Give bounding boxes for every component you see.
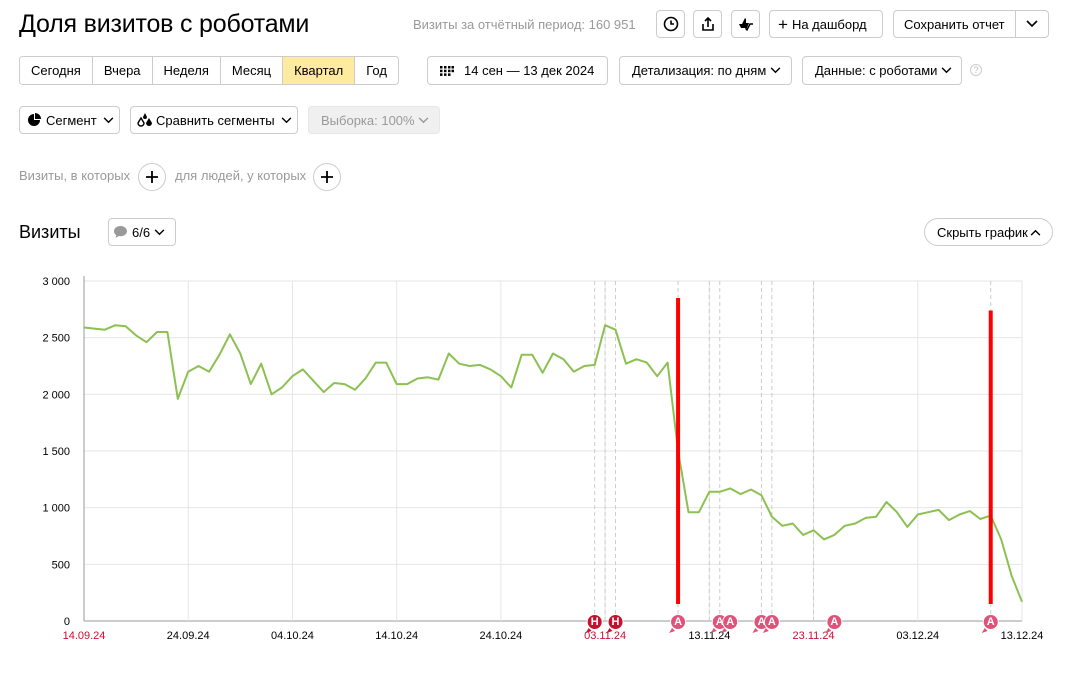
visits-line-chart: 0 500 1 000 1 500 2 000 2 500 3 000 14.09.24 24.…	[42, 276, 1043, 642]
y-tick-label: 1 000	[42, 503, 70, 515]
marker-letter: Н	[591, 616, 599, 628]
chevron-up-icon	[1030, 229, 1041, 236]
annotation-marker: А	[669, 614, 687, 633]
chevron-down-icon	[942, 67, 952, 74]
annotation-marker: А	[981, 614, 999, 633]
date-range-button[interactable]: 14 сен — 13 дек 2024	[427, 56, 608, 85]
people-condition-label: для людей, у которых	[175, 168, 307, 183]
marker-letter: А	[674, 616, 682, 628]
marker-letter: А	[830, 616, 838, 628]
marker-letter: А	[768, 616, 776, 628]
detail-dropdown[interactable]: Детализация: по дням	[619, 56, 792, 85]
thumbs-icon	[738, 18, 753, 32]
hide-chart-label: Скрыть график	[937, 224, 1028, 240]
chart-axes: 0 500 1 000 1 500 2 000 2 500 3 000 14.09.24 24.…	[42, 276, 1043, 642]
visits-condition-label: Визиты, в которых	[19, 168, 131, 183]
x-tick-label: 24.10.24	[479, 630, 522, 642]
plus-icon: +	[778, 14, 788, 34]
series-line	[83, 324, 1023, 603]
segment-button[interactable]: Сегмент	[19, 106, 120, 134]
period-selector: Сегодня Вчера Неделя Месяц Квартал Год	[19, 56, 399, 85]
add-visit-condition-button[interactable]	[138, 163, 166, 191]
annotations-toggle[interactable]: 6/6	[108, 218, 176, 246]
x-tick-label: 13.12.24	[1001, 630, 1044, 642]
chevron-down-icon[interactable]	[1016, 20, 1048, 28]
y-tick-label: 500	[52, 559, 70, 571]
plus-icon	[321, 171, 333, 183]
chevron-down-icon	[103, 116, 114, 123]
sample-label: Выборка: 100%	[321, 112, 415, 128]
chevron-down-icon	[770, 67, 781, 74]
x-tick-label: 03.12.24	[896, 630, 939, 642]
plus-icon	[146, 171, 158, 183]
period-month[interactable]: Месяц	[220, 57, 284, 84]
period-quarter[interactable]: Квартал	[283, 57, 356, 84]
chart-grid	[83, 280, 1023, 622]
history-button[interactable]	[656, 10, 685, 38]
clock-icon	[663, 16, 678, 32]
to-dashboard-label: На дашборд	[791, 16, 867, 32]
pie-chart-icon	[28, 113, 41, 126]
drops-icon	[137, 113, 152, 127]
visits-total: Визиты за отчётный период: 160 951	[413, 17, 636, 32]
to-dashboard-button[interactable]: + На дашборд	[769, 10, 883, 38]
data-label: Данные: с роботами	[815, 63, 938, 78]
period-year[interactable]: Год	[355, 57, 398, 84]
save-report-button[interactable]: Сохранить отчет	[894, 11, 1016, 37]
marker-letter: Н	[612, 616, 620, 628]
export-button[interactable]	[693, 10, 722, 38]
add-people-condition-button[interactable]	[313, 163, 341, 191]
calendar-grid-icon	[440, 65, 454, 76]
chevron-down-icon	[281, 116, 292, 123]
share-icon	[701, 16, 714, 31]
detail-label: Детализация: по дням	[632, 63, 767, 78]
x-tick-label: 14.09.24	[63, 630, 106, 642]
y-tick-label: 1 500	[42, 446, 70, 458]
x-tick-label: 04.10.24	[271, 630, 314, 642]
hide-chart-button[interactable]: Скрыть график	[924, 218, 1053, 246]
x-tick-label: 14.10.24	[375, 630, 418, 642]
save-report-group: Сохранить отчет	[893, 10, 1049, 38]
sample-dropdown[interactable]: Выборка: 100%	[308, 106, 440, 134]
chart-series	[83, 324, 1023, 603]
segment-label: Сегмент	[46, 112, 97, 128]
marker-letter: А	[987, 616, 995, 628]
period-week[interactable]: Неделя	[152, 57, 221, 84]
compare-segments-button[interactable]: Сравнить сегменты	[130, 106, 298, 134]
compare-label: Сравнить сегменты	[156, 112, 275, 128]
y-tick-label: 0	[64, 616, 70, 628]
marker-letter: А	[726, 616, 734, 628]
x-tick-label: 03.11.24	[584, 630, 626, 642]
x-tick-label: 24.09.24	[167, 630, 210, 642]
date-range-label: 14 сен — 13 дек 2024	[464, 63, 595, 78]
data-dropdown[interactable]: Данные: с роботами	[802, 56, 962, 85]
chevron-down-icon	[154, 228, 165, 235]
page-title: Доля визитов с роботами	[19, 10, 310, 38]
annotations-count: 6/6	[132, 224, 151, 240]
y-tick-label: 2 500	[42, 333, 70, 345]
y-tick-label: 2 000	[42, 389, 70, 401]
period-yesterday[interactable]: Вчера	[92, 57, 153, 84]
y-tick-label: 3 000	[42, 276, 70, 288]
comment-icon	[114, 226, 127, 238]
help-icon[interactable]: ?	[970, 64, 982, 76]
section-title: Визиты	[19, 222, 81, 242]
period-today[interactable]: Сегодня	[20, 57, 93, 84]
chevron-down-icon	[418, 116, 428, 123]
feedback-button[interactable]	[731, 10, 760, 38]
